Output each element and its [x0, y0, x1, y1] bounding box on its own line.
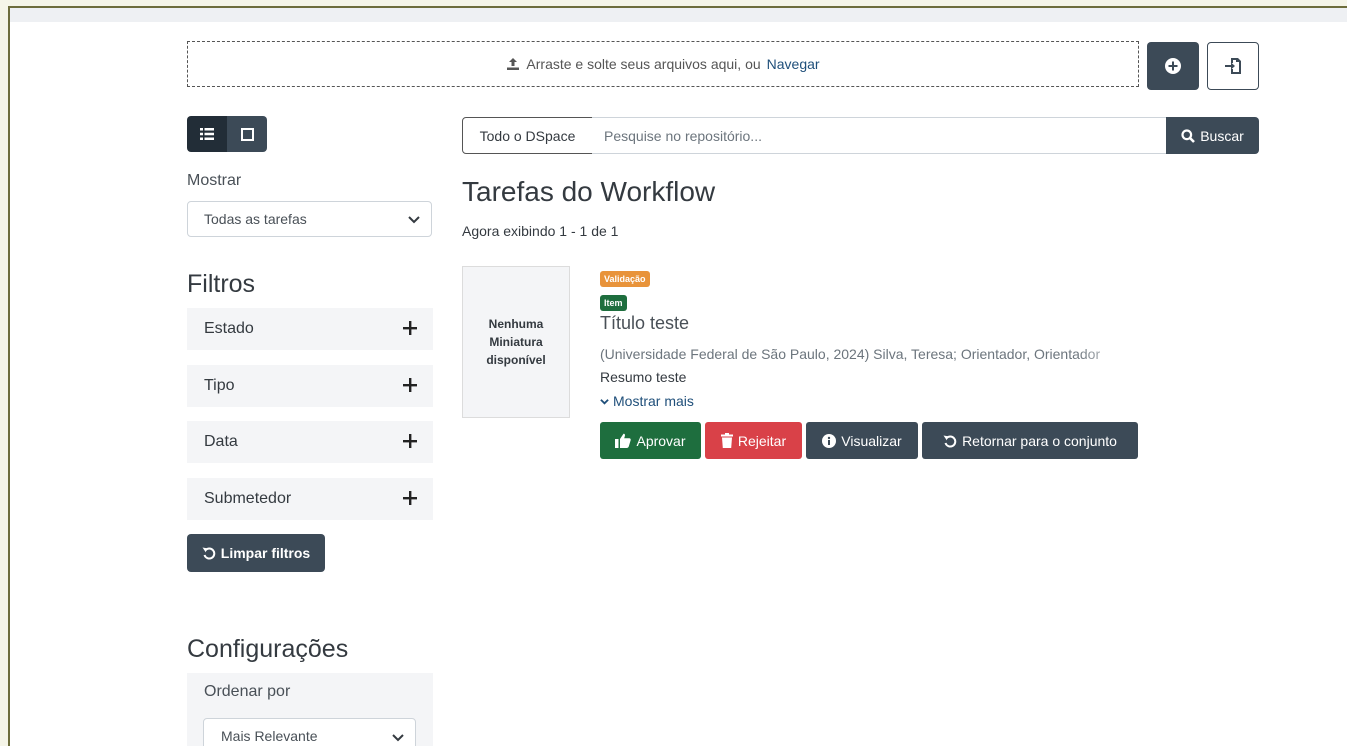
search-button-label: Buscar [1200, 127, 1244, 144]
upload-icon [506, 57, 520, 71]
plus-circle-icon [1164, 57, 1182, 75]
plus-icon [403, 378, 417, 392]
search-button[interactable]: Buscar [1166, 117, 1259, 154]
reject-button[interactable]: Rejeitar [705, 422, 802, 459]
chevron-down-icon [407, 212, 421, 226]
item-metadata: (Universidade Federal de São Paulo, 2024… [600, 346, 1101, 362]
chevron-down-icon [600, 397, 609, 406]
sort-label: Ordenar por [204, 683, 291, 700]
filter-estado[interactable]: Estado [187, 308, 433, 350]
filter-label: Estado [204, 320, 254, 337]
grid-view-icon [240, 127, 254, 141]
plus-icon [403, 434, 417, 448]
sort-value: Mais Relevante [221, 728, 318, 744]
view-label: Visualizar [841, 432, 902, 449]
return-label: Retornar para o conjunto [962, 432, 1117, 449]
filters-heading: Filtros [187, 270, 256, 298]
show-label: Mostrar [187, 172, 242, 189]
status-badge: Validação [600, 271, 650, 287]
settings-panel: Ordenar por Mais Relevante [187, 673, 433, 746]
results-count: Agora exibindo 1 - 1 de 1 [462, 223, 619, 239]
clear-filters-label: Limpar filtros [220, 545, 311, 561]
show-more-link[interactable]: Mostrar mais [600, 393, 694, 409]
file-dropzone[interactable]: Arraste e solte seus arquivos aqui, ou N… [187, 41, 1139, 87]
settings-heading: Configurações [187, 635, 349, 663]
search-scope-button[interactable]: Todo o DSpace [462, 117, 593, 154]
add-button[interactable] [1147, 42, 1199, 90]
item-thumbnail[interactable]: Nenhuma Miniatura disponível [462, 266, 570, 418]
task-filter-value: Todas as tarefas [204, 211, 307, 227]
filter-label: Submetedor [204, 490, 292, 507]
show-more-label: Mostrar mais [613, 393, 694, 409]
browse-link[interactable]: Navegar [767, 56, 820, 72]
list-view-button[interactable] [187, 116, 227, 152]
type-badge: Item [600, 295, 627, 311]
search-input[interactable] [592, 117, 1167, 154]
view-button[interactable]: Visualizar [806, 422, 918, 459]
undo-icon [202, 546, 216, 560]
list-view-icon [200, 128, 214, 140]
clear-filters-button[interactable]: Limpar filtros [187, 534, 325, 572]
trash-icon [720, 433, 733, 448]
approve-button[interactable]: Aprovar [600, 422, 701, 459]
task-filter-select[interactable]: Todas as tarefas [187, 201, 432, 237]
view-mode-toggle [187, 116, 267, 152]
chevron-down-icon [391, 730, 405, 744]
item-title[interactable]: Título teste [600, 313, 689, 334]
sort-select[interactable]: Mais Relevante [203, 718, 416, 746]
search-icon [1181, 128, 1196, 143]
filter-label: Data [204, 433, 238, 450]
import-icon [1224, 56, 1242, 76]
approve-label: Aprovar [636, 432, 686, 449]
filter-submetedor[interactable]: Submetedor [187, 478, 433, 520]
grid-view-button[interactable] [227, 116, 267, 152]
thumbs-up-icon [615, 433, 632, 448]
reject-label: Rejeitar [737, 432, 787, 449]
import-button[interactable] [1207, 42, 1259, 90]
plus-icon [403, 491, 417, 505]
top-strip [10, 8, 1347, 22]
filter-tipo[interactable]: Tipo [187, 365, 433, 407]
thumbnail-placeholder-text: Nenhuma Miniatura disponível [486, 317, 546, 367]
dropzone-text: Arraste e solte seus arquivos aqui, ou [526, 56, 761, 72]
page-frame: Arraste e solte seus arquivos aqui, ou N… [8, 6, 1347, 746]
plus-icon [403, 321, 417, 335]
return-to-pool-button[interactable]: Retornar para o conjunto [922, 422, 1138, 459]
info-circle-icon [822, 433, 837, 448]
page-title: Tarefas do Workflow [462, 176, 716, 207]
undo-icon [943, 434, 957, 448]
filter-label: Tipo [204, 377, 235, 394]
item-abstract: Resumo teste [600, 369, 687, 385]
filter-data[interactable]: Data [187, 421, 433, 463]
